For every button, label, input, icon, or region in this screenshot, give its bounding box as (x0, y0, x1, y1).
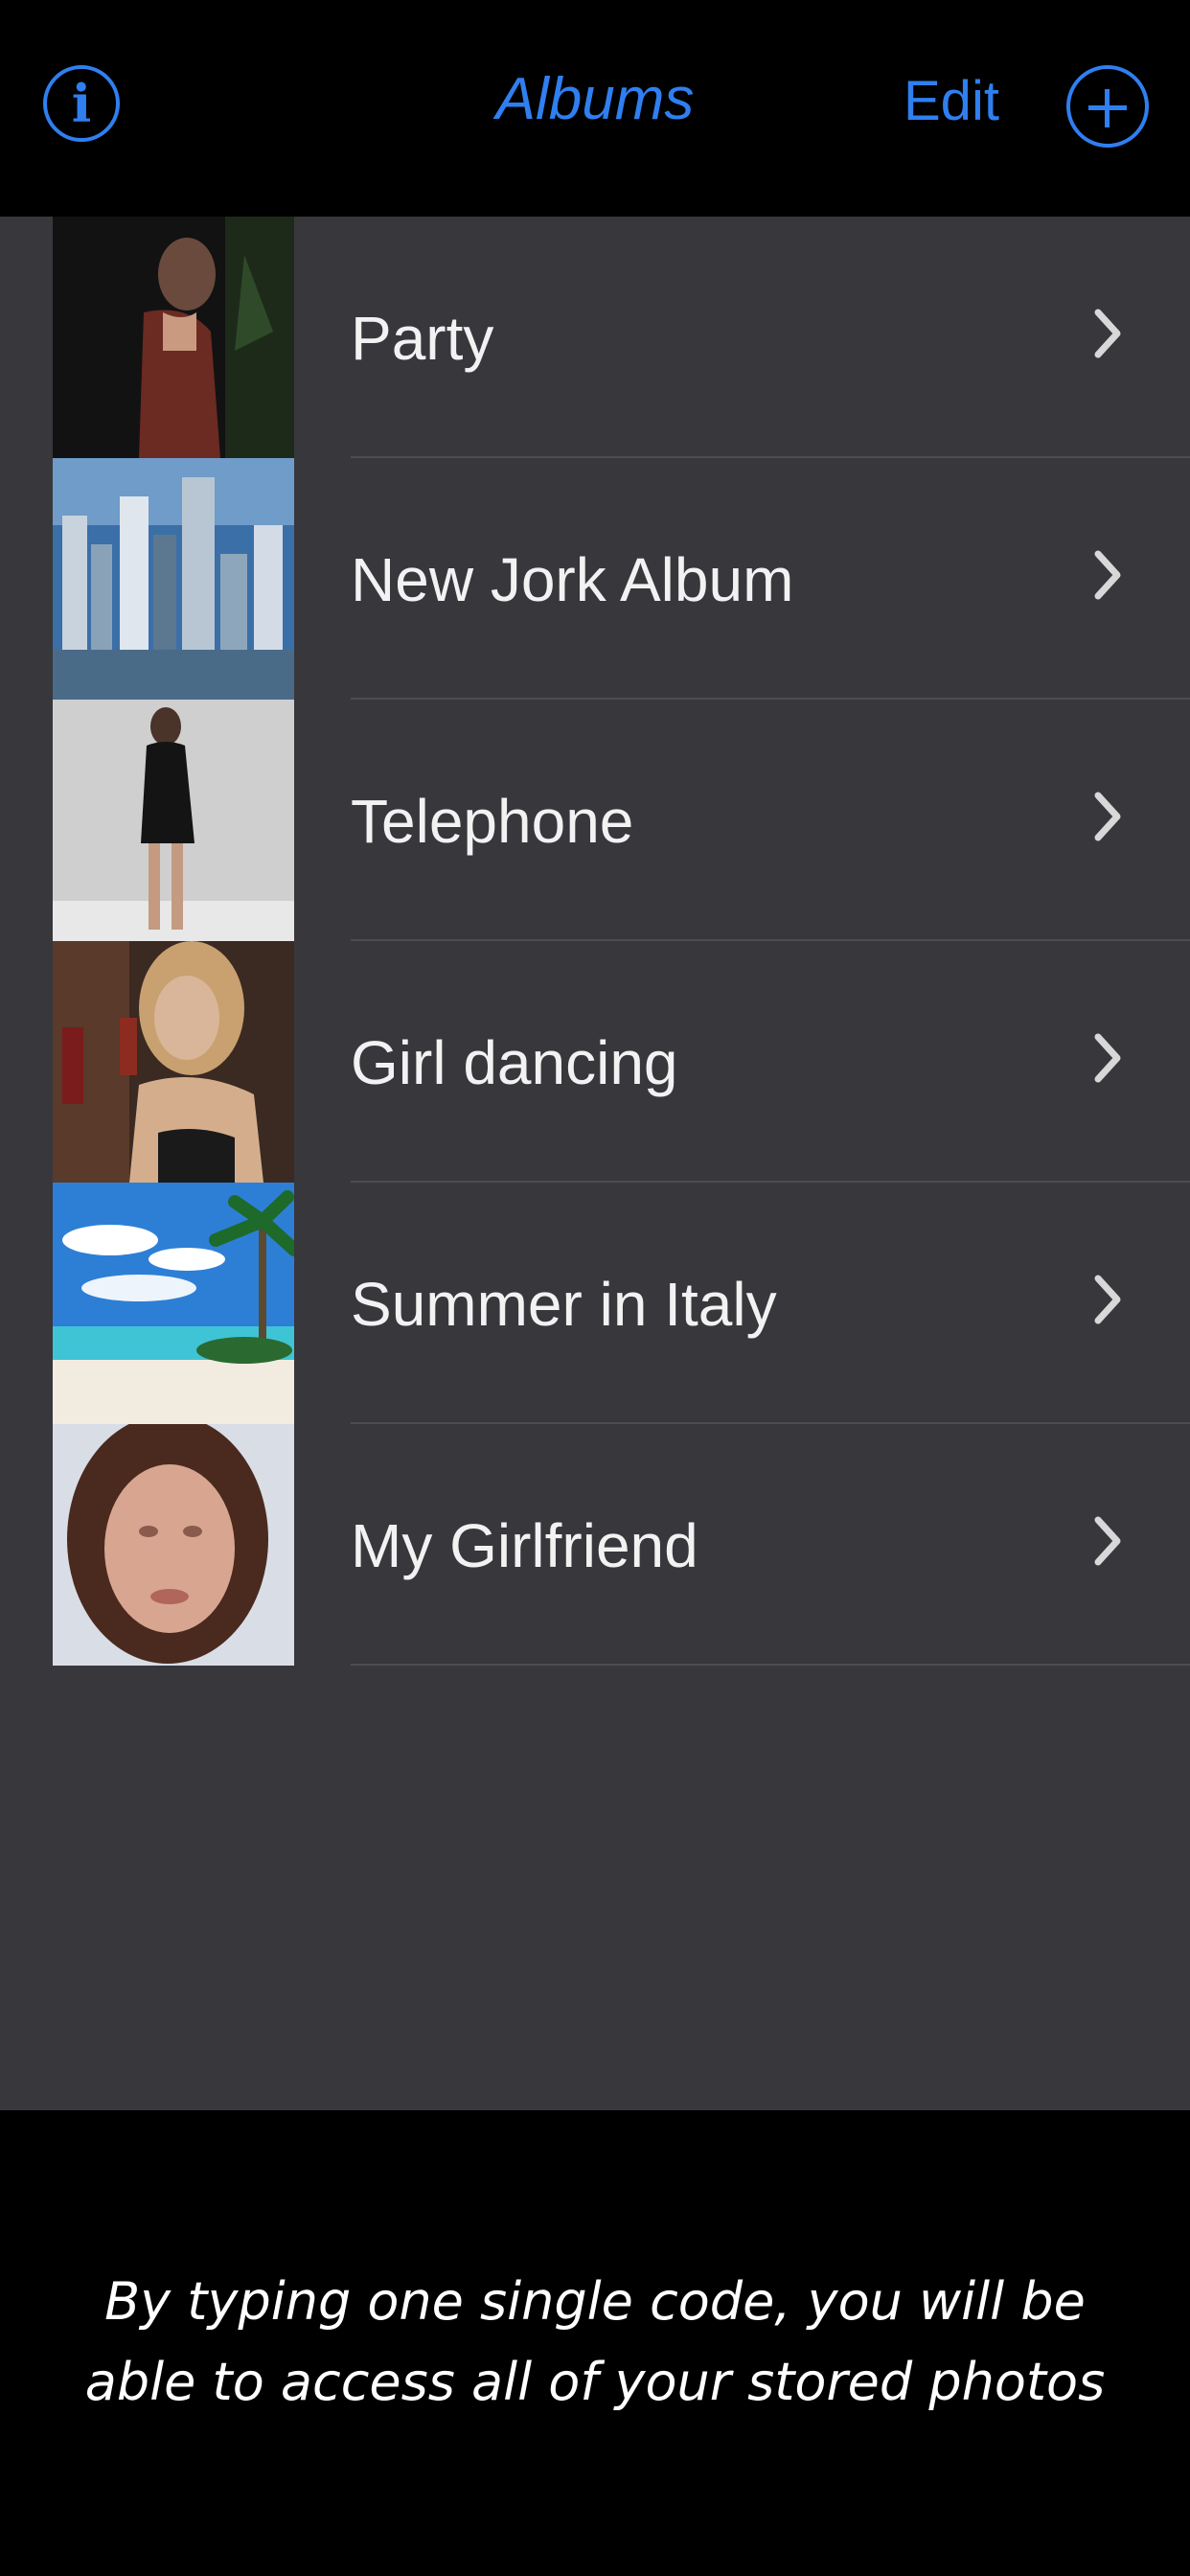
chevron-right-icon (1094, 1275, 1121, 1324)
chevron-right-icon (1094, 1033, 1121, 1083)
chevron-right-icon (1094, 309, 1121, 358)
page-title: Albums (495, 66, 695, 132)
album-label: Summer in Italy (351, 1270, 777, 1339)
album-label: Telephone (351, 787, 634, 856)
plus-circle-icon[interactable] (1066, 65, 1149, 148)
album-row-girl-dancing[interactable]: Girl dancing (0, 941, 1190, 1183)
chevron-right-icon (1094, 550, 1121, 600)
navigation-bar: i Albums Edit (0, 0, 1190, 217)
album-thumbnail (53, 1183, 294, 1424)
album-row-telephone[interactable]: Telephone (0, 700, 1190, 941)
album-label: New Jork Album (351, 545, 794, 614)
row-separator (351, 1664, 1190, 1666)
album-label: Girl dancing (351, 1028, 678, 1097)
album-label: Party (351, 304, 494, 373)
promo-caption: By typing one single code, you will be a… (0, 2262, 1190, 2423)
album-thumbnail (53, 458, 294, 700)
album-label: My Girlfriend (351, 1511, 698, 1580)
album-row-new-jork[interactable]: New Jork Album (0, 458, 1190, 700)
edit-button[interactable]: Edit (904, 69, 999, 133)
caption-line-1: By typing one single code, you will be (104, 2271, 1086, 2332)
album-row-my-girlfriend[interactable]: My Girlfriend (0, 1424, 1190, 1666)
album-thumbnail (53, 217, 294, 458)
album-list: Party New Jork Album Telephone Girl danc… (0, 217, 1190, 2110)
album-thumbnail (53, 700, 294, 941)
album-row-party[interactable]: Party (0, 217, 1190, 458)
caption-line-2: able to access all of your stored photos (84, 2352, 1106, 2412)
album-thumbnail (53, 941, 294, 1183)
album-thumbnail (53, 1424, 294, 1666)
chevron-right-icon (1094, 1516, 1121, 1566)
chevron-right-icon (1094, 792, 1121, 841)
album-row-summer-in-italy[interactable]: Summer in Italy (0, 1183, 1190, 1424)
